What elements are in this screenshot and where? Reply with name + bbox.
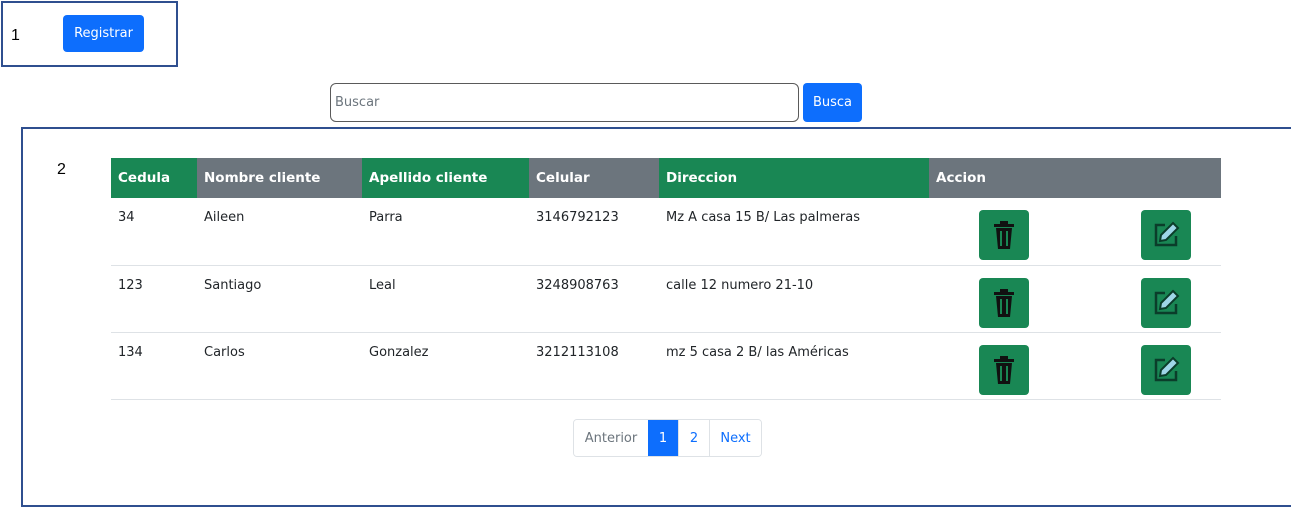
table-header-row: Cedula Nombre cliente Apellido cliente C… [111,158,1221,198]
cell-nombre: Santiago [197,265,362,333]
header-celular: Celular [529,158,659,198]
pagination-next[interactable]: Next [709,420,761,456]
trash-icon [994,288,1014,317]
pencil-square-icon [1154,289,1180,314]
cell-celular: 3146792123 [529,198,659,266]
table-row: 134 Carlos Gonzalez 3212113108 mz 5 casa 2 B… [111,332,1221,400]
delete-button[interactable] [979,277,1029,328]
cell-apellido: Parra [362,198,529,266]
header-accion: Accion [929,158,1221,198]
cell-accion [929,265,1221,333]
cell-direccion: calle 12 numero 21-10 [659,265,929,333]
cell-nombre: Carlos [197,332,362,400]
trash-icon [994,355,1014,384]
header-cedula: Cedula [111,158,197,198]
section-number-2: 2 [57,161,66,178]
clients-table: Cedula Nombre cliente Apellido cliente C… [111,158,1221,400]
cell-celular: 3248908763 [529,265,659,333]
edit-button[interactable] [1141,344,1191,395]
edit-button[interactable] [1141,210,1191,260]
delete-button[interactable] [979,210,1029,260]
cell-apellido: Gonzalez [362,332,529,400]
pagination-page-1[interactable]: 1 [648,420,678,456]
edit-button[interactable] [1141,277,1191,328]
section-number-1: 1 [11,27,20,44]
search-input[interactable] [330,83,799,122]
table-row: 34 Aileen Parra 3146792123 Mz A casa 15 B/ L… [111,198,1221,266]
cell-direccion: mz 5 casa 2 B/ las Américas [659,332,929,400]
cell-direccion: Mz A casa 15 B/ Las palmeras [659,198,929,266]
header-direccion: Direccion [659,158,929,198]
trash-icon [994,221,1014,249]
cell-cedula: 34 [111,198,197,266]
search-button[interactable]: Busca [803,83,862,122]
cell-cedula: 123 [111,265,197,333]
cell-accion [929,332,1221,400]
pagination-prev[interactable]: Anterior [574,420,648,456]
cell-apellido: Leal [362,265,529,333]
header-apellido: Apellido cliente [362,158,529,198]
pencil-square-icon [1154,221,1180,247]
delete-button[interactable] [979,344,1029,395]
pencil-square-icon [1154,356,1180,381]
pagination: Anterior 1 2 Next [573,419,762,457]
pagination-page-2[interactable]: 2 [678,420,709,456]
cell-accion [929,198,1221,266]
register-button[interactable]: Registrar [63,15,144,52]
cell-celular: 3212113108 [529,332,659,400]
header-nombre: Nombre cliente [197,158,362,198]
table-row: 123 Santiago Leal 3248908763 calle 12 numero… [111,265,1221,333]
cell-cedula: 134 [111,332,197,400]
cell-nombre: Aileen [197,198,362,266]
